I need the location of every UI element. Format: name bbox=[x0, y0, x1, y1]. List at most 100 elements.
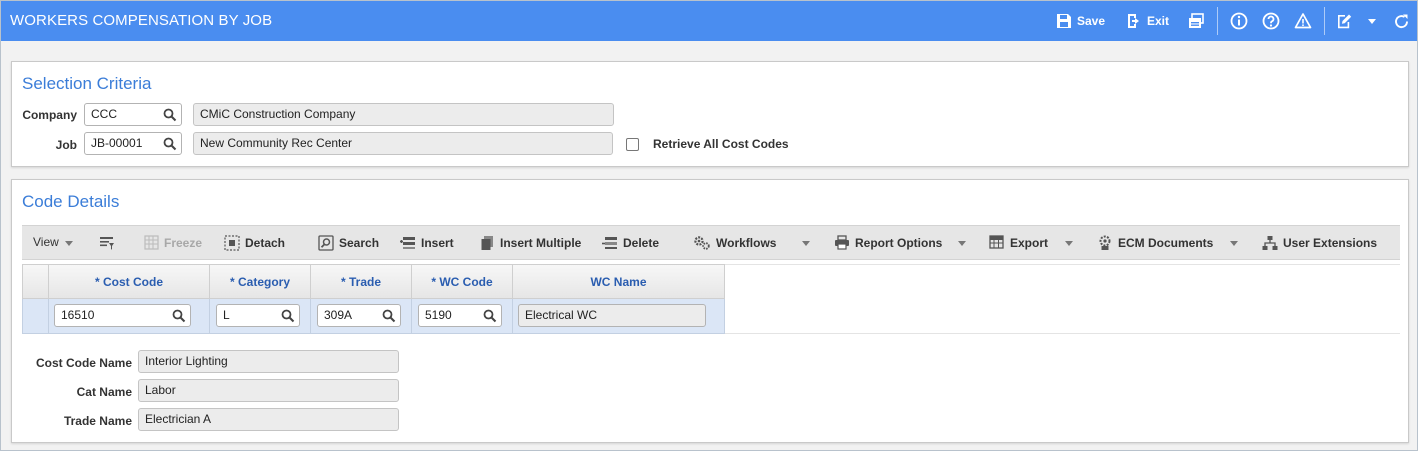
detach-icon bbox=[224, 235, 240, 251]
retrieve-all-cost-codes-checkbox[interactable] bbox=[626, 138, 639, 151]
exit-label: Exit bbox=[1147, 14, 1170, 28]
grid-toolbar: View Freeze Detach Search Insert Insert … bbox=[22, 225, 1400, 260]
wc-code-input[interactable]: 5190 bbox=[418, 304, 502, 327]
print-icon bbox=[1189, 12, 1204, 28]
help-button[interactable] bbox=[1262, 11, 1280, 31]
detach-button[interactable]: Detach bbox=[224, 235, 285, 251]
caret-down-icon bbox=[1368, 19, 1376, 24]
search-icon[interactable] bbox=[172, 309, 186, 323]
view-caret-icon[interactable] bbox=[65, 241, 73, 246]
cost-code-input[interactable]: 16510 bbox=[54, 304, 191, 327]
delete-button[interactable]: Delete bbox=[602, 235, 659, 251]
job-label: Job bbox=[55, 138, 77, 152]
query-filter-button[interactable] bbox=[99, 235, 115, 251]
wc-name-field: Electrical WC bbox=[518, 304, 706, 327]
table-row: L bbox=[209, 299, 311, 334]
refresh-icon bbox=[1395, 14, 1408, 28]
company-label: Company bbox=[22, 108, 77, 122]
grid-empty-area bbox=[725, 264, 1400, 334]
search-icon[interactable] bbox=[163, 108, 177, 122]
code-details-title: Code Details bbox=[22, 192, 120, 211]
info-button[interactable] bbox=[1230, 11, 1248, 31]
wc-name-value: Electrical WC bbox=[525, 308, 598, 322]
table-export-icon bbox=[989, 235, 1004, 249]
table-row: 5190 bbox=[411, 299, 513, 334]
column-header-wc-name[interactable]: WC Name bbox=[512, 264, 725, 299]
category-value: L bbox=[223, 308, 230, 322]
page-title: WORKERS COMPENSATION BY JOB bbox=[10, 12, 273, 29]
row-selector-header bbox=[22, 264, 49, 299]
search-icon[interactable] bbox=[163, 137, 177, 151]
code-details-grid: * Cost Code * Category * Trade * WC Code… bbox=[22, 264, 725, 334]
cost-code-name-field: Interior Lighting bbox=[138, 350, 399, 373]
exit-button[interactable]: Exit bbox=[1126, 11, 1169, 31]
company-code-input[interactable]: CCC bbox=[84, 103, 182, 126]
report-options-caret-icon[interactable] bbox=[958, 241, 966, 246]
column-header-trade[interactable]: * Trade bbox=[310, 264, 412, 299]
warning-button[interactable] bbox=[1294, 11, 1312, 31]
search-icon[interactable] bbox=[382, 309, 396, 323]
insert-button[interactable]: Insert bbox=[400, 235, 454, 251]
insert-multiple-label: Insert Multiple bbox=[500, 236, 582, 250]
trade-input[interactable]: 309A bbox=[317, 304, 401, 327]
job-name-value: New Community Rec Center bbox=[200, 136, 353, 150]
content-area: Selection Criteria Company CCC CMiC Cons… bbox=[1, 41, 1417, 450]
trade-name-value: Electrician A bbox=[145, 412, 212, 426]
column-header-category[interactable]: * Category bbox=[209, 264, 311, 299]
trade-name-field: Electrician A bbox=[138, 408, 399, 431]
search-icon[interactable] bbox=[281, 309, 295, 323]
export-button[interactable]: Export bbox=[989, 235, 1048, 250]
report-options-button[interactable]: Report Options bbox=[834, 235, 942, 250]
help-icon bbox=[1262, 12, 1280, 30]
search-label: Search bbox=[339, 236, 380, 250]
refresh-button[interactable] bbox=[1393, 11, 1410, 31]
export-caret-icon[interactable] bbox=[1065, 241, 1073, 246]
insert-multiple-button[interactable]: Insert Multiple bbox=[480, 235, 581, 251]
job-code-value: JB-00001 bbox=[91, 136, 143, 150]
user-extensions-button[interactable]: User Extensions bbox=[1262, 235, 1377, 251]
gears-icon bbox=[694, 236, 710, 250]
workflows-caret-icon[interactable] bbox=[802, 241, 810, 246]
delete-label: Delete bbox=[623, 236, 660, 250]
cat-name-value: Labor bbox=[145, 383, 176, 397]
save-icon bbox=[1057, 14, 1071, 28]
save-button[interactable]: Save bbox=[1056, 11, 1105, 31]
search-button[interactable]: Search bbox=[318, 235, 379, 251]
trade-value: 309A bbox=[324, 308, 353, 322]
hierarchy-icon bbox=[1262, 236, 1278, 250]
ecm-documents-label: ECM Documents bbox=[1118, 236, 1214, 250]
column-header-wc-code[interactable]: * WC Code bbox=[411, 264, 513, 299]
freeze-icon bbox=[144, 235, 159, 250]
detach-label: Detach bbox=[245, 236, 286, 250]
workflows-label: Workflows bbox=[716, 236, 777, 250]
freeze-label: Freeze bbox=[164, 235, 203, 250]
row-selector[interactable] bbox=[22, 299, 49, 334]
warning-icon bbox=[1294, 13, 1312, 29]
search-icon[interactable] bbox=[483, 309, 497, 323]
workflows-button[interactable]: Workflows bbox=[693, 235, 776, 251]
view-menu-button[interactable]: View bbox=[33, 235, 59, 249]
view-label: View bbox=[33, 235, 59, 249]
print-button[interactable] bbox=[1188, 11, 1205, 31]
category-input[interactable]: L bbox=[216, 304, 300, 327]
edit-icon bbox=[1338, 14, 1352, 28]
selection-criteria-panel: Selection Criteria Company CCC CMiC Cons… bbox=[11, 61, 1409, 167]
insert-icon bbox=[400, 237, 415, 249]
delete-icon bbox=[602, 237, 617, 249]
ecm-documents-caret-icon[interactable] bbox=[1230, 241, 1238, 246]
table-row: 309A bbox=[310, 299, 412, 334]
column-header-cost-code[interactable]: * Cost Code bbox=[48, 264, 210, 299]
freeze-button[interactable]: Freeze bbox=[144, 235, 202, 250]
info-icon bbox=[1230, 12, 1248, 30]
job-name-field: New Community Rec Center bbox=[193, 132, 613, 155]
report-options-label: Report Options bbox=[855, 235, 943, 250]
code-details-panel: Code Details View Freeze Detach Search I… bbox=[11, 179, 1409, 443]
job-code-input[interactable]: JB-00001 bbox=[84, 132, 182, 155]
company-name-value: CMiC Construction Company bbox=[200, 107, 356, 121]
user-extensions-label: User Extensions bbox=[1283, 236, 1378, 250]
toolbar-separator bbox=[1217, 7, 1218, 35]
export-label: Export bbox=[1010, 235, 1049, 250]
company-name-field: CMiC Construction Company bbox=[193, 103, 614, 126]
edit-menu-button[interactable] bbox=[1336, 11, 1377, 31]
ecm-documents-button[interactable]: ECM Documents bbox=[1097, 235, 1213, 251]
